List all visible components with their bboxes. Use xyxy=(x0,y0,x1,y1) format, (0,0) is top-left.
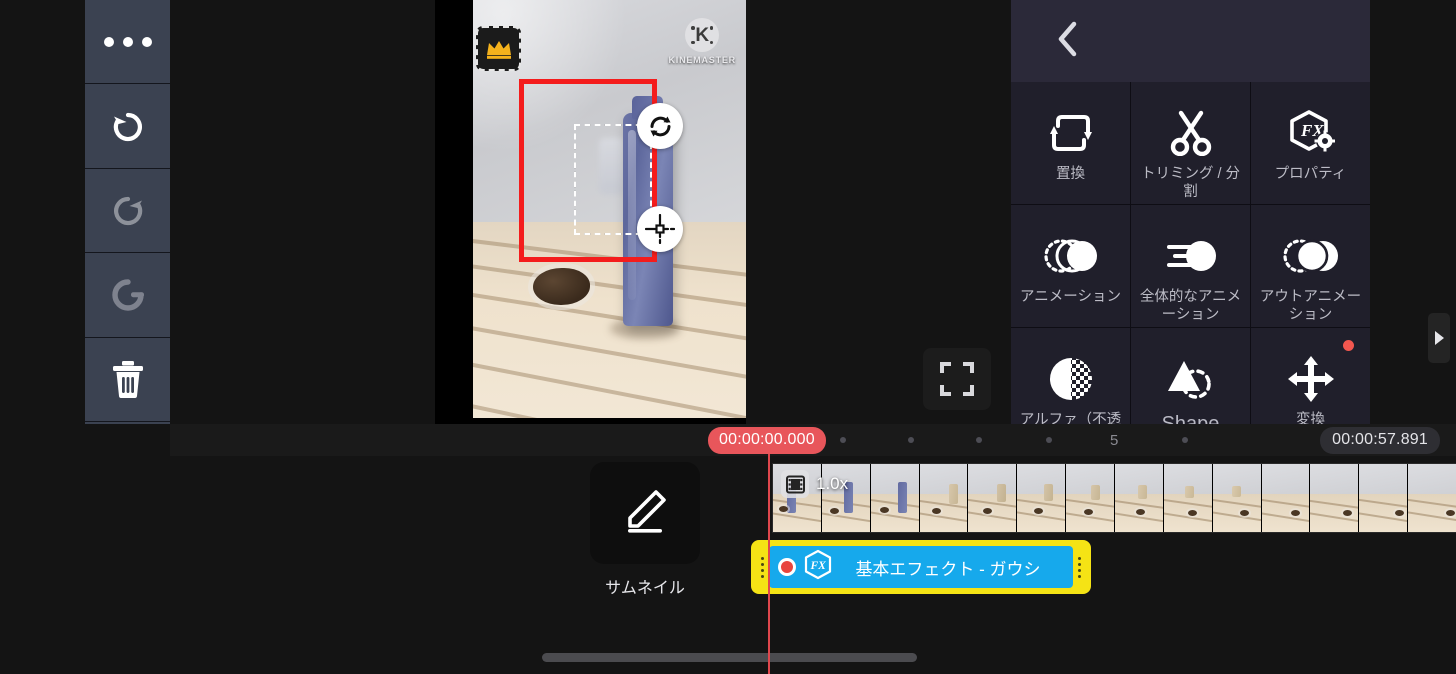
delete-button[interactable] xyxy=(85,337,170,422)
panel-options-grid: 置換 トリミング / 分割 FX プロパティ アニメーション 全体的なアニメーシ… xyxy=(1011,82,1370,424)
clip-speed-label: 1.0x xyxy=(816,474,849,493)
rotate-handle-icon xyxy=(650,116,670,136)
rotate-reset-icon xyxy=(111,279,144,311)
redo-icon xyxy=(113,197,142,226)
effect-clip-body[interactable]: FX 基本エフェクト - ガウシ xyxy=(769,546,1073,588)
timeline-scrollbar-track[interactable] xyxy=(170,652,1456,662)
move-handle-icon xyxy=(645,214,675,244)
fx-properties-icon: FX xyxy=(1287,106,1335,160)
panel-item-label: アルファ（不透明度） xyxy=(1019,412,1122,424)
preview-area: K KINEMASTER xyxy=(170,0,1010,424)
panel-item-label: 全体的なアニメーション xyxy=(1139,289,1242,323)
playhead-time-label[interactable]: 00:00:00.000 xyxy=(708,427,826,454)
ruler-tick-label: 5 xyxy=(1110,432,1119,449)
shape-icon xyxy=(1165,352,1217,406)
film-strip-icon xyxy=(781,470,809,498)
new-badge-dot xyxy=(1343,340,1354,351)
fullscreen-icon xyxy=(940,362,974,396)
panel-item-replace[interactable]: 置換 xyxy=(1011,82,1130,204)
panel-item-label: プロパティ xyxy=(1274,166,1347,182)
selection-bounding-box[interactable] xyxy=(519,79,683,262)
panel-item-properties[interactable]: FX プロパティ xyxy=(1251,82,1370,204)
panel-item-label: 置換 xyxy=(1056,166,1085,182)
undo-icon xyxy=(113,112,142,142)
video-clip-track[interactable]: 1.0x xyxy=(772,463,1456,533)
effect-clip-label: 基本エフェクト - ガウシ xyxy=(855,559,1041,579)
panel-item-alpha-opacity[interactable]: アルファ（不透明度） xyxy=(1011,328,1130,424)
timeline: 5 00:00:57.891 00:00:00.000 サムネイル 1.0x F… xyxy=(170,424,1456,674)
panel-item-overall-animation[interactable]: 全体的なアニメーション xyxy=(1131,205,1250,327)
panel-item-in-animation[interactable]: アニメーション xyxy=(1011,205,1130,327)
alpha-opacity-icon xyxy=(1048,352,1094,406)
total-duration: 00:00:57.891 xyxy=(1320,427,1440,454)
effect-clip-right-handle[interactable] xyxy=(1073,556,1086,578)
options-panel: 置換 トリミング / 分割 FX プロパティ アニメーション 全体的なアニメーシ… xyxy=(1011,0,1370,424)
thumbnail-button-group: サムネイル xyxy=(590,462,700,598)
pencil-edit-icon xyxy=(628,490,666,533)
panel-flyout-tab[interactable] xyxy=(1428,313,1450,363)
replace-icon xyxy=(1048,106,1094,160)
panel-item-label: アニメーション xyxy=(1020,289,1121,305)
clip-speed-badge: 1.0x xyxy=(781,470,848,498)
panel-item-transform[interactable]: 変換 xyxy=(1251,328,1370,424)
panel-item-label: アウトアニメーション xyxy=(1259,289,1362,323)
more-options-button[interactable] xyxy=(85,0,170,85)
fullscreen-button[interactable] xyxy=(923,348,991,410)
premium-crown-badge[interactable] xyxy=(476,26,521,71)
panel-item-trim-split[interactable]: トリミング / 分割 xyxy=(1131,82,1250,204)
back-chevron-icon xyxy=(1058,21,1077,56)
panel-item-out-animation[interactable]: アウトアニメーション xyxy=(1251,205,1370,327)
transform-icon xyxy=(1287,352,1335,406)
in-animation-icon xyxy=(1042,229,1100,283)
rotate-handle[interactable] xyxy=(637,103,683,149)
panel-back-button[interactable] xyxy=(1043,14,1093,69)
panel-item-label: トリミング / 分割 xyxy=(1140,166,1241,200)
panel-header xyxy=(1011,0,1370,82)
premium-crown-icon xyxy=(486,40,511,59)
thumbnail-button[interactable] xyxy=(590,462,700,564)
play-triangle-icon xyxy=(1435,331,1444,345)
reset-rotate-button[interactable] xyxy=(85,253,170,338)
timeline-scrollbar-thumb[interactable] xyxy=(542,653,917,662)
kinemaster-editor: K KINEMASTER 置換 トリミング / 分割 FX プロパティ アニメー… xyxy=(0,0,1456,674)
overall-animation-icon xyxy=(1163,229,1219,283)
panel-item-shape[interactable]: Shape xyxy=(1131,328,1250,424)
redo-button[interactable] xyxy=(85,168,170,254)
ellipsis-icon xyxy=(103,36,152,47)
scissors-icon xyxy=(1169,106,1213,160)
panel-item-label: 変換 xyxy=(1296,412,1325,424)
playhead-line[interactable] xyxy=(768,429,770,674)
undo-button[interactable] xyxy=(85,84,170,169)
thumbnail-label: サムネイル xyxy=(605,580,685,597)
move-resize-handle[interactable] xyxy=(637,206,683,252)
panel-item-label: Shape xyxy=(1161,413,1220,424)
timeline-left-gutter xyxy=(0,424,170,674)
trash-icon xyxy=(112,361,143,399)
effect-clip[interactable]: FX 基本エフェクト - ガウシ xyxy=(751,540,1091,594)
out-animation-icon xyxy=(1282,229,1340,283)
